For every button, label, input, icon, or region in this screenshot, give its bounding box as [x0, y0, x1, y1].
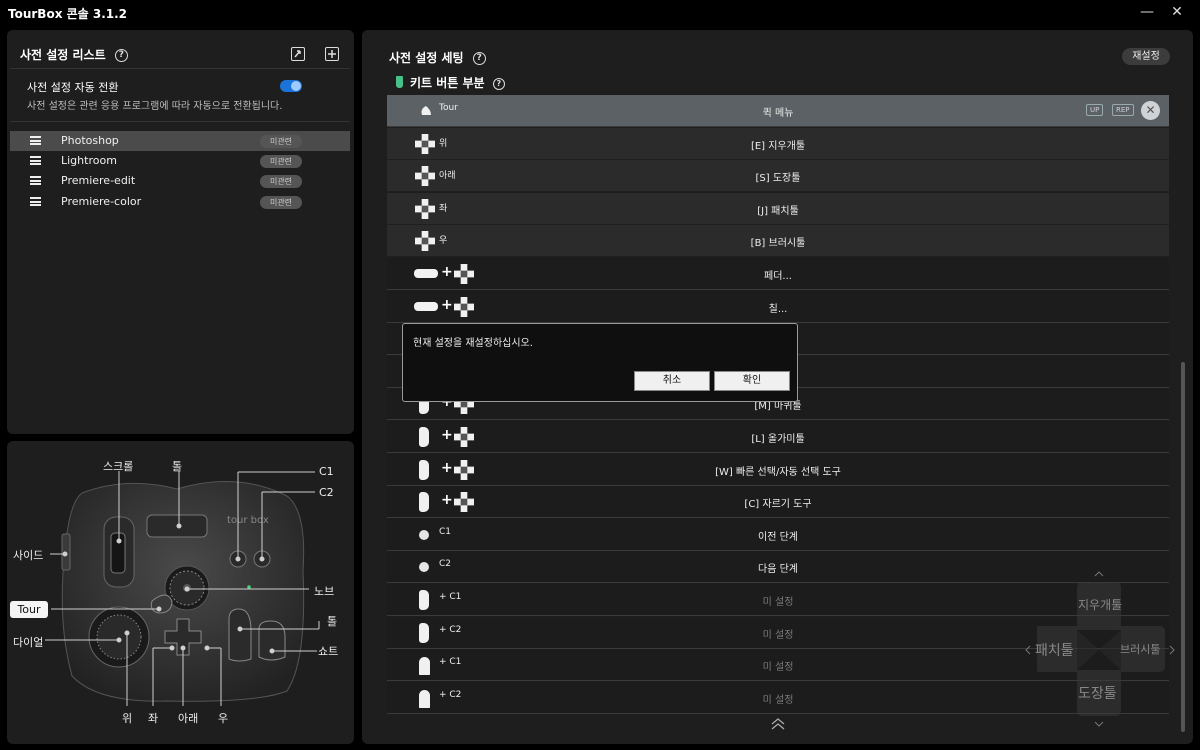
row-value: [W] 빠른 선택/자동 선택 도구	[715, 467, 841, 478]
auto-switch-description: 사전 설정은 관련 응용 프로그램에 따라 자동으로 전환됩니다.	[27, 101, 283, 112]
row-value: [J] 패치툴	[757, 206, 799, 217]
auto-switch-toggle[interactable]	[280, 80, 302, 92]
menu-icon[interactable]	[30, 197, 41, 206]
mapping-row[interactable]: + 페더...	[387, 258, 1169, 290]
section-title-text: 키트 버튼 부분	[410, 76, 485, 90]
menu-icon[interactable]	[30, 176, 41, 185]
row-value: [E] 지우개툴	[750, 141, 806, 152]
mapping-row[interactable]: 위 [E] 지우개툴	[387, 128, 1169, 160]
menu-icon[interactable]	[30, 156, 41, 165]
compass-left-label: 패치툴	[1035, 643, 1074, 659]
mapping-row[interactable]: + [C] 자르기 도구	[387, 486, 1169, 518]
preset-tag: 미관련	[260, 196, 302, 209]
help-icon[interactable]: ?	[114, 49, 128, 62]
label-knob: 노브	[314, 585, 335, 598]
divider	[10, 121, 350, 122]
mapping-row[interactable]: 아래 [S] 도장툴	[387, 160, 1169, 192]
preset-name: Photoshop	[61, 134, 119, 147]
preset-list-title-text: 사전 설정 리스트	[20, 48, 106, 62]
title-bar: TourBox 콘솔 3.1.2 — ✕	[0, 0, 1200, 24]
preset-name: Premiere-color	[61, 195, 142, 208]
preset-item-lightroom[interactable]: Lightroom 미관련	[10, 151, 350, 171]
mapping-row[interactable]: 좌 [J] 패치툴	[387, 193, 1169, 225]
mapping-row[interactable]: C1 이전 단계	[387, 519, 1169, 551]
label-c2: C2	[319, 486, 334, 499]
mapping-row[interactable]: + 칠...	[387, 291, 1169, 323]
compass-down-label: 도장툴	[1078, 686, 1117, 702]
label-tall: 톨	[172, 460, 183, 473]
compass-right-label: 브러시툴	[1120, 643, 1161, 656]
row-value: 이전 단계	[758, 532, 798, 543]
label-left: 좌	[148, 712, 159, 725]
mapping-row[interactable]: 우 [B] 브러시툴	[387, 225, 1169, 257]
help-icon[interactable]: ?	[472, 52, 486, 65]
reset-confirm-dialog: 현재 설정을 재설정하십시오. 취소 확인	[402, 323, 798, 402]
row-value: [S] 도장툴	[755, 173, 801, 184]
row-value: 칠...	[768, 304, 788, 315]
row-value: [B] 브러시툴	[750, 238, 806, 249]
ok-button[interactable]: 확인	[714, 371, 790, 391]
mapping-row[interactable]: + [L] 올가미툴	[387, 421, 1169, 453]
import-preset-icon[interactable]	[291, 47, 305, 61]
cancel-button[interactable]: 취소	[634, 371, 710, 391]
close-window-button[interactable]: ✕	[1166, 2, 1188, 22]
mapping-row[interactable]: Tour UP REP ✕ 퀵 메뉴	[387, 95, 1169, 127]
preset-list-title: 사전 설정 리스트 ?	[20, 46, 128, 63]
auto-switch-label: 사전 설정 자동 전환	[27, 81, 119, 94]
preset-tag: 미관련	[260, 155, 302, 168]
row-value: [C] 자르기 도구	[744, 499, 812, 510]
menu-icon[interactable]	[30, 136, 41, 145]
label-short: 쇼트	[318, 645, 339, 658]
label-up: 위	[122, 712, 133, 725]
label-right: 우	[218, 712, 229, 725]
preset-tag: 미관련	[260, 175, 302, 188]
row-value: [L] 올가미툴	[751, 434, 805, 445]
preset-name: Lightroom	[61, 154, 117, 167]
compass-up-label: 지우개툴	[1078, 598, 1123, 612]
label-down: 아래	[178, 712, 199, 725]
label-c1: C1	[319, 465, 334, 478]
mapping-row[interactable]: + [W] 빠른 선택/자동 선택 도구	[387, 454, 1169, 486]
label-side: 사이드	[13, 549, 44, 562]
label-dial: 다이얼	[13, 636, 44, 649]
preset-item-photoshop[interactable]: Photoshop 미관련	[10, 131, 350, 151]
section-marker-icon	[396, 76, 403, 88]
reset-button[interactable]: 재설정	[1122, 48, 1170, 65]
label-short-tall: 톨	[327, 615, 338, 628]
section-title: 키트 버튼 부분 ?	[410, 74, 505, 91]
help-icon[interactable]: ?	[492, 77, 505, 90]
device-logo: tour box	[227, 515, 269, 526]
divider	[10, 68, 350, 69]
preset-tag: 미관련	[260, 135, 302, 148]
add-preset-icon[interactable]	[325, 47, 339, 61]
minimize-button[interactable]: —	[1136, 2, 1158, 22]
dialog-message: 현재 설정을 재설정하십시오.	[413, 338, 533, 349]
preset-item-premiere-edit[interactable]: Premiere-edit 미관련	[10, 171, 350, 191]
window-title: TourBox 콘솔 3.1.2	[8, 7, 128, 21]
label-scroll: 스크롤	[103, 460, 134, 473]
scroll-up-icon[interactable]	[770, 716, 786, 730]
row-value: 퀵 메뉴	[762, 108, 794, 119]
preset-name: Premiere-edit	[61, 174, 136, 187]
preset-settings-title-text: 사전 설정 세팅	[389, 51, 464, 65]
scrollbar[interactable]	[1181, 362, 1185, 732]
preset-item-premiere-color[interactable]: Premiere-color 미관련	[10, 192, 350, 212]
row-value: 페더...	[764, 271, 792, 282]
tourbox-device-illustration: tour box	[45, 471, 320, 706]
preset-settings-title: 사전 설정 세팅 ?	[389, 49, 486, 66]
label-tour[interactable]: Tour	[10, 601, 48, 618]
